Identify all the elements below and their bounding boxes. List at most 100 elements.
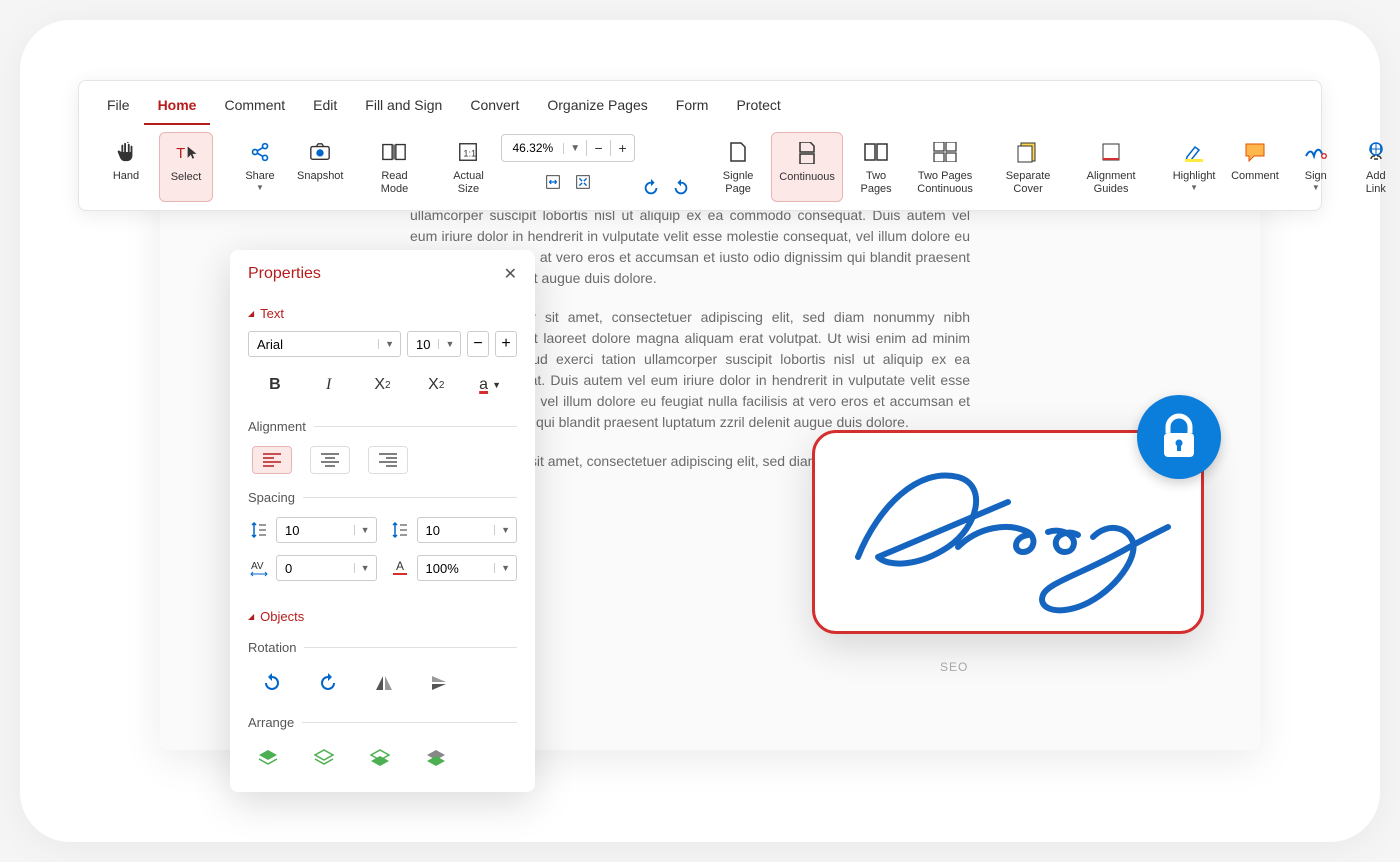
book-icon bbox=[381, 138, 407, 166]
rotation-label: Rotation bbox=[230, 630, 535, 661]
image-caption: SEO bbox=[940, 660, 968, 674]
chevron-down-icon[interactable]: ▼ bbox=[563, 143, 586, 154]
text-scale-input[interactable]: 100%▼ bbox=[417, 555, 518, 581]
spacing-after-input[interactable]: 10▼ bbox=[417, 517, 518, 543]
actual-size-icon: 1:1 bbox=[456, 138, 480, 166]
close-icon[interactable]: ✕ bbox=[504, 264, 517, 284]
separate-cover-icon bbox=[1016, 138, 1040, 166]
two-pages-icon bbox=[863, 138, 889, 166]
rotate-ccw-icon[interactable] bbox=[641, 178, 661, 198]
align-right-button[interactable] bbox=[368, 446, 408, 474]
tab-protect[interactable]: Protect bbox=[722, 91, 794, 125]
font-color-button[interactable]: a▼ bbox=[472, 371, 508, 399]
properties-panel: Properties ✕ Text Arial▼ 10▼ − + B I X2 … bbox=[230, 250, 535, 792]
svg-text:AV: AV bbox=[251, 561, 264, 572]
align-center-button[interactable] bbox=[310, 446, 350, 474]
svg-text:A: A bbox=[396, 559, 404, 573]
signature-icon bbox=[1304, 138, 1328, 166]
two-pages-button[interactable]: Two Pages bbox=[849, 132, 903, 202]
text-section-header[interactable]: Text bbox=[230, 298, 535, 327]
handwritten-signature bbox=[828, 447, 1188, 617]
share-icon bbox=[250, 138, 270, 166]
share-button[interactable]: Share ▼ bbox=[233, 132, 287, 202]
font-family-select[interactable]: Arial▼ bbox=[248, 331, 401, 357]
tab-home[interactable]: Home bbox=[144, 91, 211, 125]
spacing-label: Spacing bbox=[230, 480, 535, 511]
chevron-down-icon: ▼ bbox=[438, 339, 460, 349]
zoom-out-button[interactable]: − bbox=[586, 140, 610, 156]
spacing-before-input[interactable]: 10▼ bbox=[276, 517, 377, 543]
signature-box[interactable] bbox=[812, 430, 1204, 634]
tab-organize[interactable]: Organize Pages bbox=[533, 91, 661, 125]
flip-horizontal-button[interactable] bbox=[370, 669, 398, 697]
actual-size-button[interactable]: 1:1 Actual Size bbox=[441, 132, 495, 196]
italic-button[interactable]: I bbox=[311, 371, 347, 399]
add-link-button[interactable]: Add Link bbox=[1349, 132, 1400, 202]
zoom-level[interactable]: 46.32% ▼ − + bbox=[501, 134, 635, 162]
alignment-guides-button[interactable]: Alignment Guides bbox=[1075, 132, 1147, 202]
comment-button[interactable]: Comment bbox=[1227, 132, 1283, 202]
continuous-button[interactable]: Continuous bbox=[771, 132, 843, 202]
fit-page-icon[interactable] bbox=[573, 172, 593, 192]
guides-icon bbox=[1100, 138, 1122, 166]
toolbar: Hand T Select Share ▼ Snapshot Read Mod bbox=[79, 126, 1321, 210]
link-icon bbox=[1365, 138, 1387, 166]
speech-bubble-icon bbox=[1244, 138, 1266, 166]
bold-button[interactable]: B bbox=[257, 371, 293, 399]
send-backward-button[interactable] bbox=[366, 744, 394, 772]
lock-icon bbox=[1158, 413, 1200, 461]
highlight-button[interactable]: Highlight ▼ bbox=[1167, 132, 1221, 202]
letter-spacing-icon: AV bbox=[248, 557, 270, 579]
properties-title: Properties bbox=[248, 265, 321, 283]
cursor-text-icon: T bbox=[173, 139, 199, 167]
single-page-button[interactable]: Signle Page bbox=[711, 132, 765, 202]
lock-badge bbox=[1137, 395, 1221, 479]
hand-button[interactable]: Hand bbox=[99, 132, 153, 202]
hand-icon bbox=[115, 138, 137, 166]
bring-forward-button[interactable] bbox=[310, 744, 338, 772]
sign-button[interactable]: Sign ▼ bbox=[1289, 132, 1343, 202]
letter-spacing-input[interactable]: 0▼ bbox=[276, 555, 377, 581]
tab-edit[interactable]: Edit bbox=[299, 91, 351, 125]
two-pages-continuous-button[interactable]: Two Pages Continuous bbox=[909, 132, 981, 202]
tab-convert[interactable]: Convert bbox=[456, 91, 533, 125]
objects-section-header[interactable]: Objects bbox=[230, 601, 535, 630]
fit-width-icon[interactable] bbox=[543, 172, 563, 192]
font-size-decrease[interactable]: − bbox=[467, 331, 489, 357]
alignment-label: Alignment bbox=[230, 409, 535, 440]
tab-file[interactable]: File bbox=[93, 91, 144, 125]
rotate-cw-icon[interactable] bbox=[671, 178, 691, 198]
ribbon-tabs: File Home Comment Edit Fill and Sign Con… bbox=[79, 81, 1321, 126]
line-spacing-before-icon bbox=[248, 519, 270, 541]
text-scale-icon: A bbox=[389, 557, 411, 579]
send-back-button[interactable] bbox=[422, 744, 450, 772]
two-pages-continuous-icon bbox=[932, 138, 958, 166]
svg-text:T: T bbox=[176, 146, 185, 162]
tab-fill-sign[interactable]: Fill and Sign bbox=[351, 91, 456, 125]
camera-icon bbox=[308, 138, 332, 166]
tab-comment[interactable]: Comment bbox=[210, 91, 299, 125]
select-button[interactable]: T Select bbox=[159, 132, 213, 202]
svg-text:1:1: 1:1 bbox=[464, 149, 477, 159]
rotate-ccw-button[interactable] bbox=[314, 669, 342, 697]
read-mode-button[interactable]: Read Mode bbox=[367, 132, 421, 202]
separate-cover-button[interactable]: Separate Cover bbox=[1001, 132, 1055, 202]
align-left-button[interactable] bbox=[252, 446, 292, 474]
continuous-icon bbox=[798, 139, 816, 167]
bring-front-button[interactable] bbox=[254, 744, 282, 772]
zoom-in-button[interactable]: + bbox=[610, 140, 634, 156]
rotate-cw-button[interactable] bbox=[258, 669, 286, 697]
highlighter-icon bbox=[1183, 138, 1205, 166]
superscript-button[interactable]: X2 bbox=[418, 371, 454, 399]
tab-form[interactable]: Form bbox=[662, 91, 723, 125]
font-size-increase[interactable]: + bbox=[495, 331, 517, 357]
snapshot-button[interactable]: Snapshot bbox=[293, 132, 347, 202]
ribbon: File Home Comment Edit Fill and Sign Con… bbox=[78, 80, 1322, 211]
single-page-icon bbox=[729, 138, 747, 166]
font-size-select[interactable]: 10▼ bbox=[407, 331, 461, 357]
chevron-down-icon: ▼ bbox=[378, 339, 400, 349]
line-spacing-after-icon bbox=[389, 519, 411, 541]
subscript-button[interactable]: X2 bbox=[364, 371, 400, 399]
arrange-label: Arrange bbox=[230, 705, 535, 736]
flip-vertical-button[interactable] bbox=[426, 669, 454, 697]
